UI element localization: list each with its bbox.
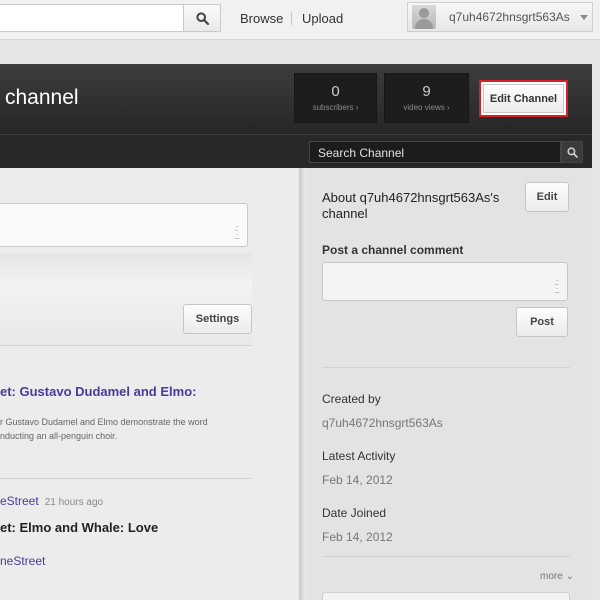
date-joined-label: Date Joined: [322, 506, 387, 520]
edit-channel-button[interactable]: Edit Channel: [479, 80, 568, 117]
feed-item-time: 21 hours ago: [44, 497, 104, 508]
latest-activity-value: Feb 14, 2012: [322, 473, 393, 487]
feed-desc-line: r Gustavo Dudamel and Elmo demonstrate t…: [0, 417, 208, 427]
subscribers-stat[interactable]: 0 subscribers ›: [294, 73, 377, 123]
share-panel-band: [0, 253, 252, 281]
video-views-label: video views ›: [403, 103, 450, 112]
channel-search-input[interactable]: Search Channel: [309, 141, 561, 163]
edit-channel-label: Edit Channel: [483, 84, 564, 113]
divider: [0, 345, 252, 346]
feed-source-link[interactable]: eStreet: [0, 494, 39, 508]
site-search-button[interactable]: [183, 4, 221, 32]
feed-item-title[interactable]: et: Gustavo Dudamel and Elmo:: [0, 384, 196, 399]
created-by-label: Created by: [322, 392, 381, 406]
chevron-down-icon: ⌄: [565, 571, 574, 582]
feed-item-title-link[interactable]: et: Gustavo Dudamel and Elmo:: [0, 384, 196, 399]
more-label: more: [540, 571, 563, 582]
created-by-value: q7uh4672hnsgrt563As: [322, 416, 443, 430]
resize-grip-icon: .:.:.: [234, 223, 239, 241]
subscribers-count: 0: [331, 83, 340, 100]
masthead: Browse Upload q7uh4672hnsgrt563As: [0, 0, 600, 40]
settings-button[interactable]: Settings: [183, 304, 252, 334]
feed-item-source: eStreet 21 hours ago: [0, 494, 103, 508]
video-views-stat[interactable]: 9 video views ›: [384, 73, 469, 123]
more-link[interactable]: more ⌄: [540, 571, 574, 582]
feed-item-source: neStreet: [0, 554, 45, 568]
feed-source-link[interactable]: neStreet: [0, 554, 45, 568]
subscribers-label: subscribers ›: [312, 103, 359, 112]
account-name: q7uh4672hnsgrt563As: [449, 10, 570, 24]
divider: [0, 478, 252, 479]
avatar: [412, 5, 436, 29]
video-views-count: 9: [422, 83, 431, 100]
browse-link[interactable]: Browse: [240, 11, 283, 26]
about-title: About q7uh4672hnsgrt563As's channel: [322, 190, 500, 221]
column-divider: [299, 168, 305, 600]
bottom-panel: [322, 592, 570, 600]
resize-grip-icon: .:.:.: [554, 277, 559, 295]
date-joined-value: Feb 14, 2012: [322, 530, 393, 544]
divider: [322, 367, 570, 368]
feed-item-title[interactable]: et: Elmo and Whale: Love: [0, 520, 158, 535]
channel-search-button[interactable]: [561, 141, 583, 163]
chevron-down-icon: [579, 14, 588, 20]
latest-activity-label: Latest Activity: [322, 449, 396, 463]
channel-title: channel: [5, 86, 79, 109]
post-button[interactable]: Post: [516, 307, 568, 337]
search-icon: [195, 11, 209, 25]
feed-item-description: r Gustavo Dudamel and Elmo demonstrate t…: [0, 415, 240, 443]
divider: [322, 556, 570, 557]
upload-link[interactable]: Upload: [302, 11, 343, 26]
about-edit-button[interactable]: Edit: [525, 182, 569, 212]
share-textarea[interactable]: .:.:.: [0, 203, 248, 247]
search-icon: [566, 146, 578, 158]
channel-comment-textarea[interactable]: .:.:.: [322, 262, 568, 301]
account-menu[interactable]: q7uh4672hnsgrt563As: [407, 2, 593, 32]
feed-desc-line: nducting an all-penguin choir.: [0, 431, 118, 441]
site-search-input[interactable]: [0, 4, 183, 32]
nav-separator: [291, 12, 292, 25]
post-comment-label: Post a channel comment: [322, 243, 464, 257]
